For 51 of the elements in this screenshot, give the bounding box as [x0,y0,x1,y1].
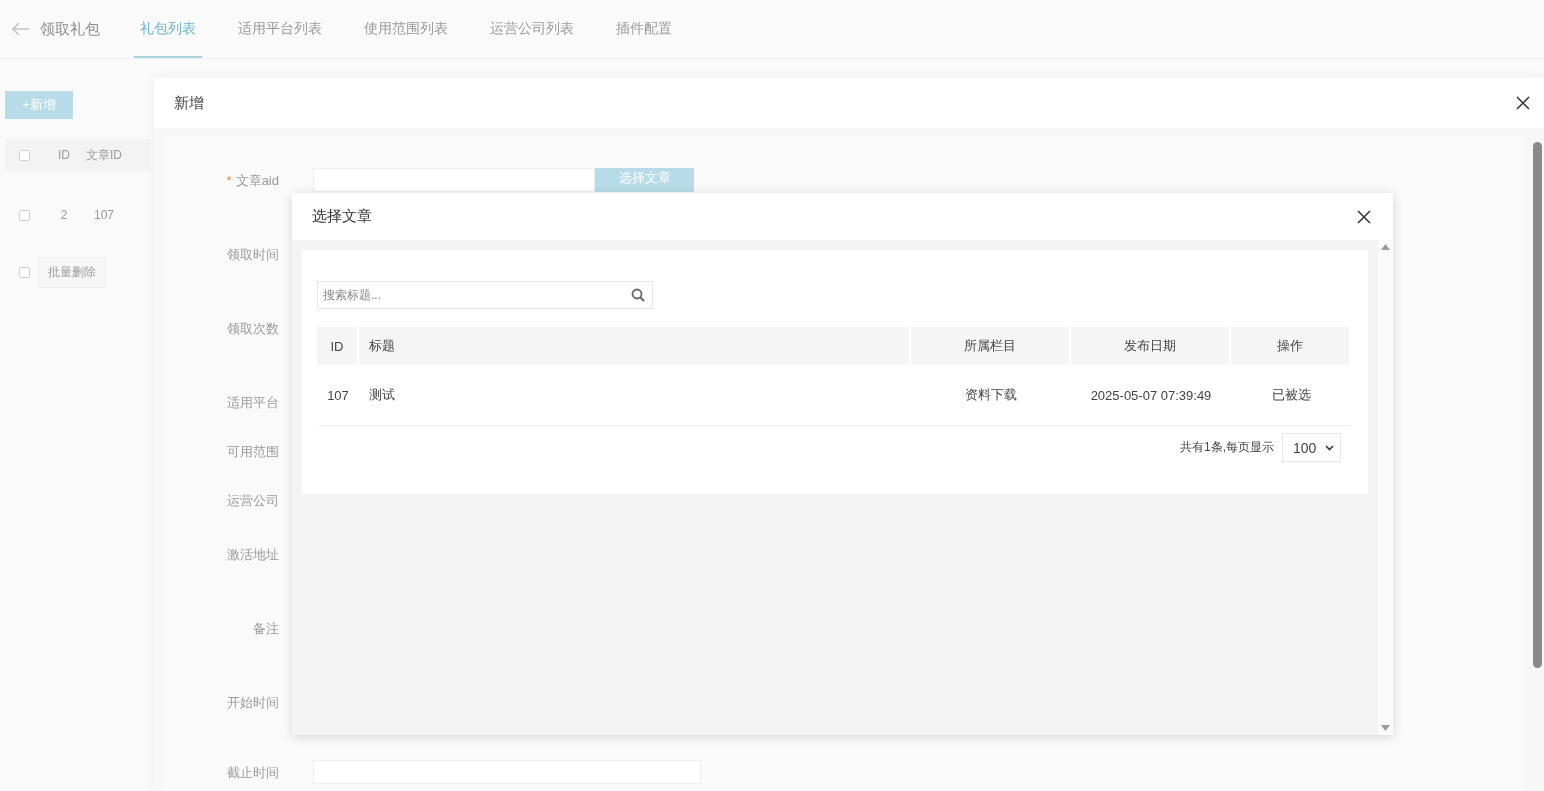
checkbox[interactable] [19,209,30,221]
select-article-button[interactable]: 选择文章 [595,168,694,192]
checkbox[interactable] [19,267,30,278]
table-cell-text: 107 [93,208,115,222]
tab[interactable]: 礼包列表 [134,0,202,58]
table-cell-text: 2 [59,208,69,222]
dialog-title: 选择文章 [312,207,372,226]
field-label: 适用平台 [226,394,279,412]
field-label: 激活地址 [226,546,279,564]
field-label: 开始时间 [226,694,279,712]
article-id-field[interactable] [313,168,595,192]
field-label: 截止时间 [226,764,279,782]
table-cell: 测试 [359,365,911,426]
add-button[interactable]: +新增 [5,91,73,119]
table-cell: 已被选 [1231,365,1351,426]
page-size-select[interactable]: 100 [1282,433,1341,462]
column-header: 文章ID [85,146,123,164]
table-cell: 2025-05-07 07:39:49 [1071,365,1231,426]
table-cell: 资料下载 [911,365,1071,426]
scroll-up-icon[interactable] [1381,244,1390,250]
table-cell: 107 [317,365,359,426]
page-title: 领取礼包 [40,19,100,39]
close-icon[interactable] [1516,96,1530,110]
chevron-down-icon [1325,444,1334,451]
tab[interactable]: 运营公司列表 [484,0,580,58]
column-header: ID [57,148,71,162]
column-header: 发布日期 [1071,327,1231,365]
field-label: 运营公司 [226,492,279,510]
column-header: 操作 [1231,327,1351,365]
close-icon[interactable] [1357,209,1371,224]
column-header: ID [317,327,359,365]
checkbox[interactable] [19,149,30,161]
search-field[interactable]: 搜索标题... [317,281,653,309]
back-arrow-icon[interactable] [12,22,30,36]
tab[interactable]: 适用平台列表 [232,0,328,58]
field-label: 领取时间 [226,246,279,264]
field-label: 备注 [252,620,279,638]
pagination-summary: 共有1条,每页显示 [1180,439,1274,456]
batch-delete-button[interactable]: 批量删除 [38,257,106,288]
column-header: 所属栏目 [911,327,1071,365]
dialog-title: 新增 [174,93,204,113]
tab[interactable]: 使用范围列表 [358,0,454,58]
scrollbar-thumb[interactable] [1533,142,1542,668]
scroll-down-icon[interactable] [1381,725,1390,731]
field-label: * 文章aid [225,172,279,190]
tab[interactable]: 插件配置 [610,0,678,58]
field-label: 可用范围 [226,443,279,461]
field-label: 领取次数 [226,320,279,338]
search-icon[interactable] [631,288,645,302]
column-header: 标题 [359,327,911,365]
required-asterisk: * [226,173,232,188]
